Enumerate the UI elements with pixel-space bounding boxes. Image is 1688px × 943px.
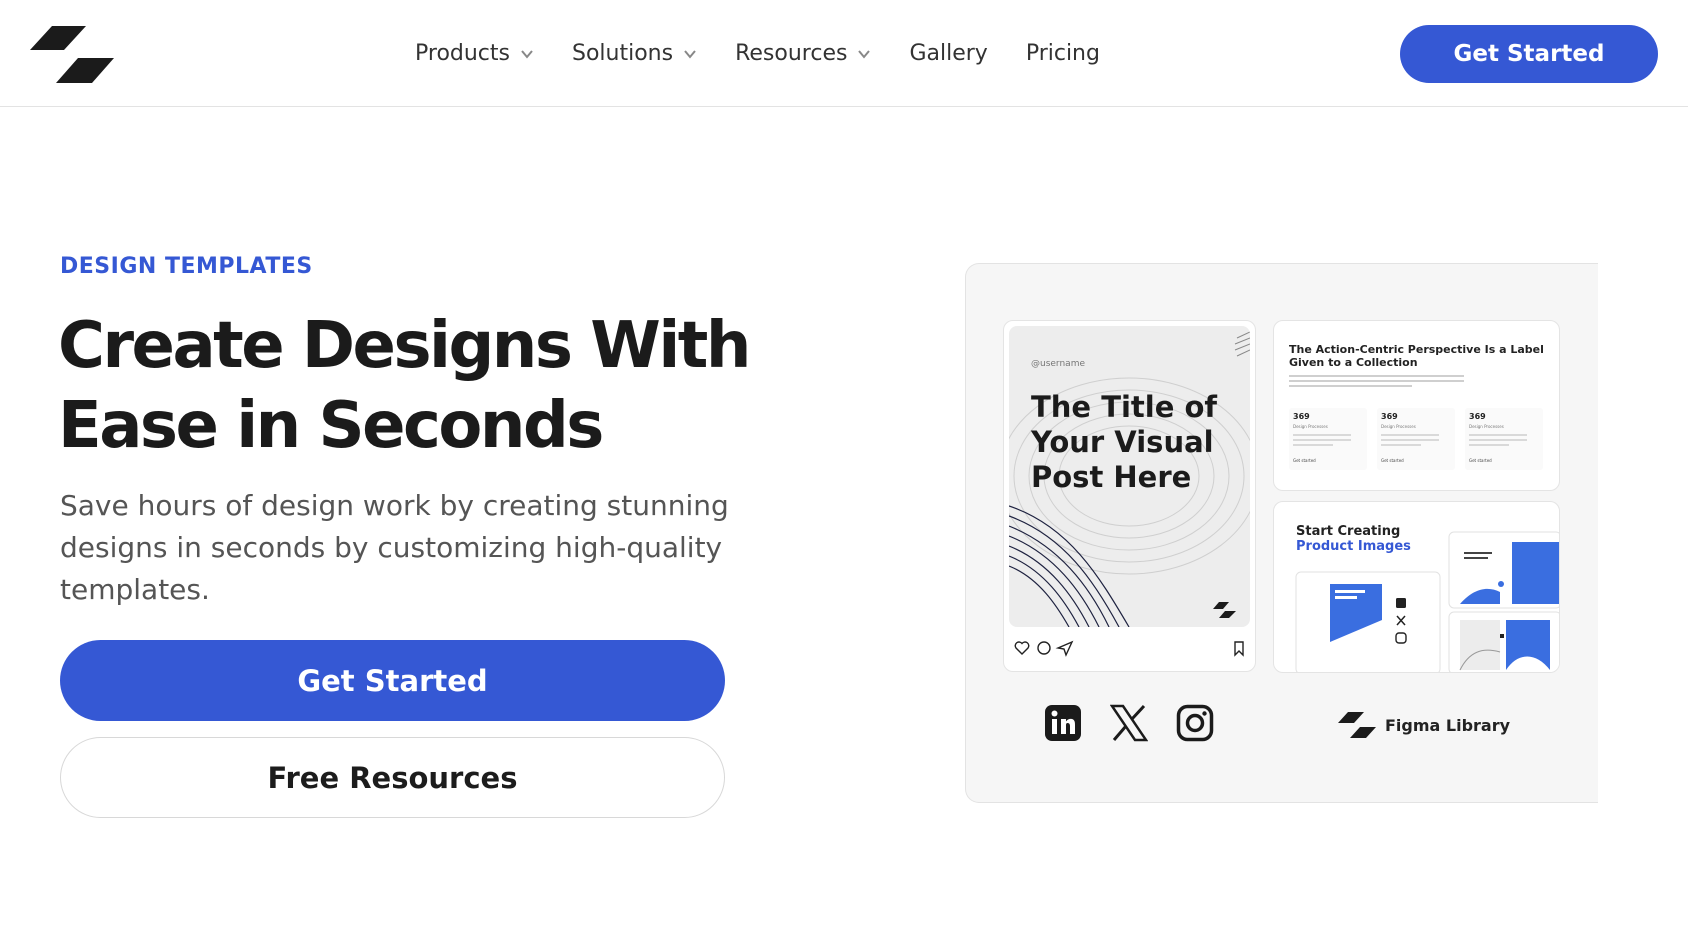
brand-logo-icon (1338, 712, 1376, 738)
stat-value: 369 (1469, 412, 1486, 421)
site-header: Products Solutions Resources Gallery Pri… (0, 0, 1688, 107)
hero-headline: Create Designs With Ease in Seconds (58, 306, 818, 466)
bookmark-icon (1234, 641, 1244, 657)
chevron-down-icon (858, 49, 871, 59)
brand-logo-icon[interactable] (30, 24, 114, 84)
nav-resources-label: Resources (735, 41, 848, 66)
hero-subtext: Save hours of design work by creating st… (60, 489, 729, 606)
header-get-started-button[interactable]: Get Started (1400, 25, 1658, 83)
post-title: The Title of Your Visual Post Here (1031, 390, 1218, 494)
get-started-button[interactable]: Get Started (60, 640, 725, 721)
stat-value: 369 (1293, 412, 1310, 421)
hero-eyebrow: DESIGN TEMPLATES (60, 254, 313, 279)
doc-body-lines (1289, 375, 1464, 390)
stat-card: 369 Design Processes Get started (1289, 408, 1367, 470)
stat-card: 369 Design Processes Get started (1465, 408, 1543, 470)
doc-title: The Action-Centric Perspective Is a Labe… (1289, 343, 1544, 369)
stat-link: Get started (1293, 458, 1316, 463)
hero-headline-line1: Create Designs With (58, 309, 751, 383)
free-resources-button[interactable]: Free Resources (60, 737, 725, 818)
nav-gallery[interactable]: Gallery (909, 41, 987, 66)
stat-label: Design Processes (1293, 424, 1328, 429)
chevron-down-icon (521, 49, 533, 59)
stat-label: Design Processes (1381, 424, 1416, 429)
figma-library-label: Figma Library (1385, 715, 1511, 735)
chevron-down-icon (684, 49, 696, 59)
linkedin-icon[interactable] (1044, 704, 1082, 742)
post-actions (1014, 640, 1244, 657)
stat-label: Design Processes (1469, 424, 1504, 429)
social-icons-row (1044, 704, 1214, 744)
linkedin-icon (1396, 598, 1406, 608)
stat-link: Get started (1381, 458, 1404, 463)
brand-mark-icon (1213, 602, 1236, 618)
hero-headline-line2: Ease in Seconds (58, 389, 604, 463)
nav-products-label: Products (415, 41, 510, 66)
x-icon[interactable] (1110, 704, 1148, 742)
nav-solutions[interactable]: Solutions (572, 41, 697, 66)
product-mockups-graphic (1295, 531, 1559, 672)
instagram-icon[interactable] (1176, 704, 1214, 742)
nav-pricing[interactable]: Pricing (1026, 41, 1100, 66)
stat-card: 369 Design Processes Get started (1377, 408, 1455, 470)
nav-gallery-label: Gallery (909, 41, 988, 66)
post-image: @username The Title of Your Visual Post … (1009, 326, 1250, 627)
social-post-template-card[interactable]: @username The Title of Your Visual Post … (1003, 320, 1256, 672)
stat-value: 369 (1381, 412, 1398, 421)
nav-resources[interactable]: Resources (735, 41, 871, 66)
post-username: @username (1031, 359, 1085, 369)
stat-link: Get started (1469, 458, 1492, 463)
comment-icon (1037, 641, 1051, 655)
product-images-template-card[interactable]: Start Creating Product Images (1273, 501, 1560, 673)
nav-pricing-label: Pricing (1025, 41, 1100, 66)
main-nav: Products Solutions Resources Gallery Pri… (415, 0, 1138, 107)
template-preview-panel: @username The Title of Your Visual Post … (965, 263, 1598, 803)
document-template-card[interactable]: The Action-Centric Perspective Is a Labe… (1273, 320, 1560, 491)
nav-solutions-label: Solutions (572, 41, 674, 66)
figma-library-link[interactable]: Figma Library (1338, 710, 1510, 740)
send-icon (1055, 640, 1074, 657)
heart-icon (1014, 641, 1030, 655)
nav-products[interactable]: Products (415, 41, 534, 66)
